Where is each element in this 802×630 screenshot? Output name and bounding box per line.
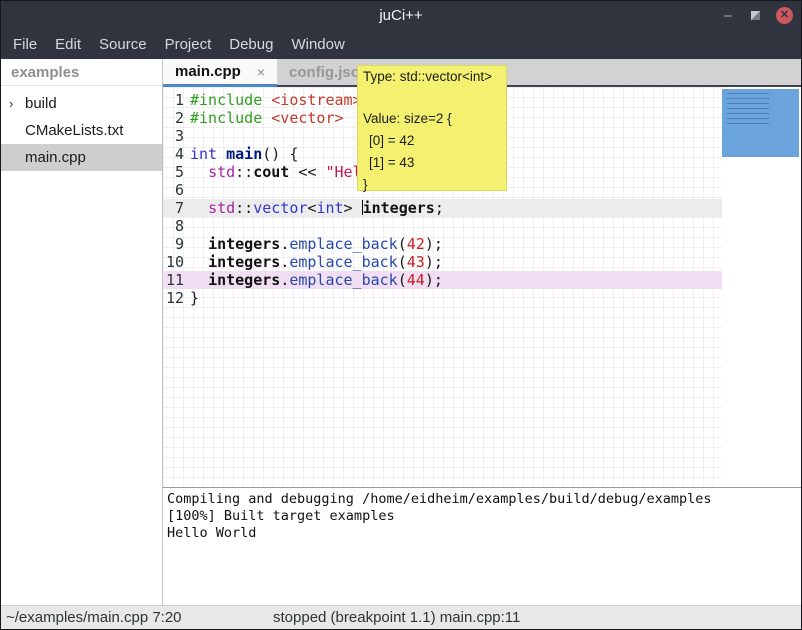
code-line-12[interactable]: 12} (163, 289, 722, 307)
tooltip-value-line: [0] = 42 (363, 130, 501, 152)
line-number[interactable]: 9 (163, 235, 190, 253)
code-line-11[interactable]: 11 integers.emplace_back(44); (163, 271, 722, 289)
menu-item-source[interactable]: Source (90, 32, 156, 57)
tooltip-value-line: Value: size=2 { (363, 108, 501, 130)
chevron-right-icon[interactable]: › (9, 90, 13, 117)
tree-item-label: main.cpp (25, 149, 86, 166)
tab-main-cpp[interactable]: main.cpp × (163, 59, 277, 87)
window-title: juCi++ (379, 7, 422, 24)
window-controls: – ✕ (721, 1, 793, 30)
line-number[interactable]: 4 (163, 145, 190, 163)
line-code[interactable] (190, 217, 722, 235)
status-debug-state: stopped (breakpoint 1.1) main.cpp:11 (273, 609, 520, 626)
menu-item-debug[interactable]: Debug (220, 32, 282, 57)
app-window: juCi++ – ✕ FileEditSourceProjectDebugWin… (0, 0, 802, 630)
line-number[interactable]: 8 (163, 217, 190, 235)
line-number[interactable]: 3 (163, 127, 190, 145)
code-line-8[interactable]: 8 (163, 217, 722, 235)
menu-item-project[interactable]: Project (156, 32, 221, 57)
menu-item-file[interactable]: File (4, 32, 46, 57)
compile-output-terminal[interactable]: Compiling and debugging /home/eidheim/ex… (163, 488, 801, 605)
restore-icon[interactable] (751, 11, 760, 20)
line-code[interactable]: } (190, 289, 722, 307)
menu-item-window[interactable]: Window (282, 32, 353, 57)
file-tree-sidebar: examples › build CMakeLists.txt main.cpp (1, 59, 163, 605)
statusbar: ~/examples/main.cpp 7:20 stopped (breakp… (1, 605, 801, 629)
terminal-line: [100%] Built target examples (167, 508, 797, 525)
tab-close-icon[interactable]: × (257, 64, 265, 80)
tooltip-value-block: Value: size=2 {[0] = 42[1] = 43} (363, 108, 501, 196)
line-number[interactable]: 11 (163, 271, 190, 289)
tab-label: main.cpp (175, 63, 241, 80)
terminal-line: Hello World (167, 525, 797, 542)
line-code[interactable]: integers.emplace_back(43); (190, 253, 722, 271)
line-number[interactable]: 5 (163, 163, 190, 181)
line-number[interactable]: 6 (163, 181, 190, 199)
tooltip-value-line: [1] = 43 (363, 152, 501, 174)
sidebar-item-cmakelists-txt[interactable]: CMakeLists.txt (1, 117, 162, 144)
project-name: examples (1, 59, 162, 86)
file-tree: › build CMakeLists.txt main.cpp (1, 86, 162, 171)
tooltip-type: Type: std::vector<int> (363, 69, 501, 84)
tooltip-value-line: } (363, 174, 501, 196)
line-number[interactable]: 10 (163, 253, 190, 271)
line-number[interactable]: 7 (163, 199, 190, 217)
sidebar-item-build[interactable]: › build (1, 90, 162, 117)
code-line-9[interactable]: 9 integers.emplace_back(42); (163, 235, 722, 253)
line-code[interactable]: std::vector<int> integers; (190, 199, 722, 217)
line-number[interactable]: 2 (163, 109, 190, 127)
tree-item-label: CMakeLists.txt (25, 122, 123, 139)
code-line-7[interactable]: 7 std::vector<int> integers; (163, 199, 722, 217)
line-number[interactable]: 12 (163, 289, 190, 307)
minimap-column[interactable] (722, 87, 801, 487)
line-code[interactable]: integers.emplace_back(44); (190, 271, 722, 289)
code-line-10[interactable]: 10 integers.emplace_back(43); (163, 253, 722, 271)
line-number[interactable]: 1 (163, 91, 190, 109)
close-icon[interactable]: ✕ (776, 7, 793, 24)
tree-item-label: build (25, 95, 57, 112)
line-code[interactable]: integers.emplace_back(42); (190, 235, 722, 253)
sidebar-item-main-cpp[interactable]: main.cpp (1, 144, 162, 171)
menubar: FileEditSourceProjectDebugWindow (1, 30, 801, 59)
status-file-position: ~/examples/main.cpp 7:20 (6, 609, 182, 626)
minimap-code-preview (727, 93, 769, 128)
titlebar[interactable]: juCi++ – ✕ (1, 1, 801, 30)
debug-value-tooltip: Type: std::vector<int> Value: size=2 {[0… (357, 65, 507, 191)
terminal-line: Compiling and debugging /home/eidheim/ex… (167, 491, 797, 508)
minimap-slider[interactable] (722, 89, 799, 157)
menu-item-edit[interactable]: Edit (46, 32, 90, 57)
minimize-icon[interactable]: – (721, 11, 735, 21)
